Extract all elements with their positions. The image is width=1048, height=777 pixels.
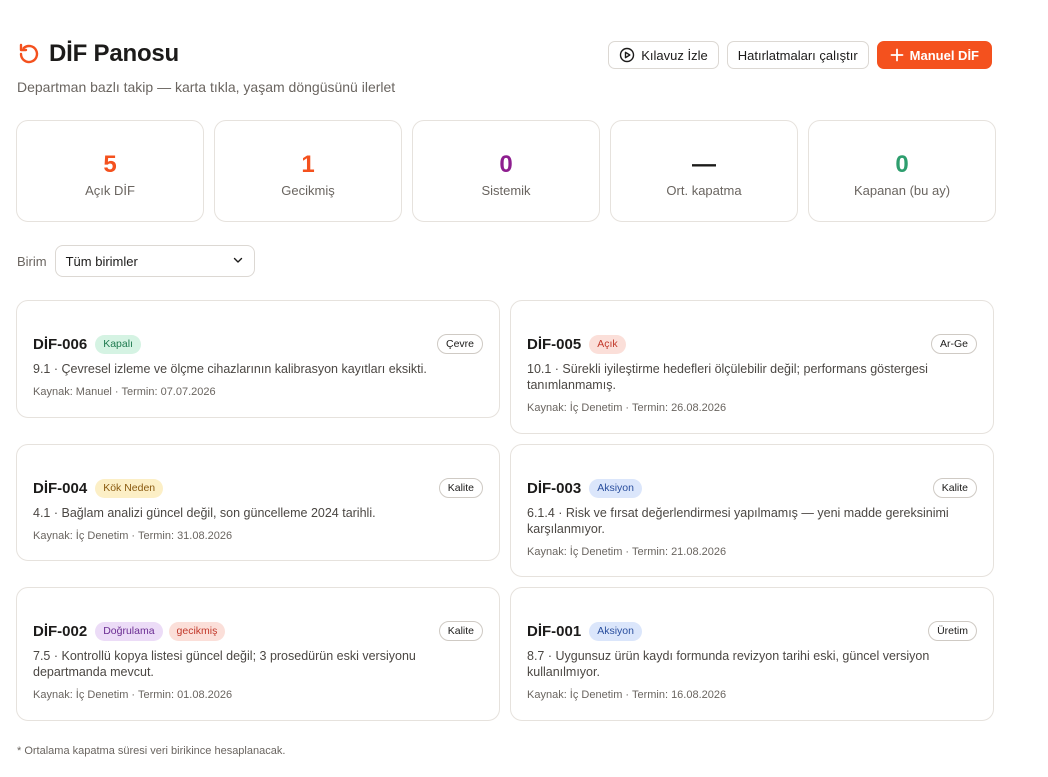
guide-button[interactable]: Kılavuz İzle <box>608 41 719 69</box>
stat-label: Sistemik <box>481 182 531 198</box>
card-header: DİF-003 Aksiyon Kalite <box>527 477 977 499</box>
stat-overdue: 1 Gecikmiş <box>214 120 402 222</box>
stat-value: — <box>692 150 716 178</box>
card-header: DİF-002 Doğrulama gecikmiş Kalite <box>33 620 483 642</box>
department-tag: Kalite <box>438 621 483 641</box>
status-badge: Aksiyon <box>589 621 642 641</box>
card-description: 4.1 · Bağlam analizi güncel değil, son g… <box>33 506 376 520</box>
unit-select[interactable]: Tüm birimler <box>54 245 255 277</box>
guide-button-label: Kılavuz İzle <box>641 47 708 63</box>
card-id: DİF-004 <box>33 479 88 497</box>
run-reminders-label: Hatırlatmaları çalıştır <box>737 47 858 63</box>
dif-card[interactable]: DİF-005 Açık Ar-Ge 10.1 · Sürekli iyileş… <box>510 300 994 434</box>
status-badge: Doğrulama <box>95 621 163 641</box>
department-tag: Çevre <box>436 334 483 354</box>
stats-row: 5 Açık DİF 1 Gecikmiş 0 Sistemik — Ort. … <box>16 120 996 222</box>
footnote: * Ortalama kapatma süresi veri birikince… <box>17 745 286 757</box>
dif-card[interactable]: DİF-006 Kapalı Çevre 9.1 · Çevresel izle… <box>16 300 500 418</box>
stat-label: Ort. kapatma <box>666 182 742 198</box>
card-header: DİF-001 Aksiyon Üretim <box>527 620 977 642</box>
stat-value: 1 <box>301 150 315 178</box>
department-tag: Üretim <box>928 621 977 641</box>
card-meta: Kaynak: İç Denetim · Termin: 16.08.2026 <box>527 689 727 701</box>
card-id: DİF-002 <box>33 622 88 640</box>
stat-closed-month: 0 Kapanan (bu ay) <box>808 120 996 222</box>
stat-value: 0 <box>499 150 513 178</box>
manual-dif-label: Manuel DİF <box>909 47 979 63</box>
page-subtitle: Departman bazlı takip — karta tıkla, yaş… <box>17 79 396 95</box>
card-header: DİF-004 Kök Neden Kalite <box>33 477 483 499</box>
stat-systemic: 0 Sistemik <box>412 120 600 222</box>
card-description: 6.1.4 · Risk ve fırsat değerlendirmesi y… <box>527 506 949 536</box>
stat-label: Açık DİF <box>85 182 135 198</box>
card-description: 8.7 · Uygunsuz ürün kaydı formunda reviz… <box>527 649 930 679</box>
manual-dif-button[interactable]: Manuel DİF <box>876 41 992 69</box>
department-tag: Kalite <box>932 478 977 498</box>
dif-card[interactable]: DİF-003 Aksiyon Kalite 6.1.4 · Risk ve f… <box>510 444 994 577</box>
card-meta: Kaynak: İç Denetim · Termin: 21.08.2026 <box>527 546 727 558</box>
card-id: DİF-005 <box>527 335 582 353</box>
status-badge: Kapalı <box>95 334 141 354</box>
title-wrap: DİF Panosu <box>17 40 179 68</box>
chevron-down-icon <box>232 254 244 269</box>
page-title: DİF Panosu <box>49 40 180 67</box>
stat-label: Kapanan (bu ay) <box>853 182 951 198</box>
card-meta: Kaynak: İç Denetim · Termin: 01.08.2026 <box>33 689 233 701</box>
card-header: DİF-005 Açık Ar-Ge <box>527 333 977 355</box>
dif-card[interactable]: DİF-001 Aksiyon Üretim 8.7 · Uygunsuz ür… <box>510 587 994 721</box>
unit-filter: Birim Tüm birimler <box>17 245 255 277</box>
dif-card[interactable]: DİF-004 Kök Neden Kalite 4.1 · Bağlam an… <box>16 444 500 561</box>
unit-select-value: Tüm birimler <box>65 253 138 269</box>
card-meta: Kaynak: Manuel · Termin: 07.07.2026 <box>33 386 216 398</box>
status-badge: Açık <box>589 334 626 354</box>
unit-filter-label: Birim <box>17 253 47 269</box>
card-id: DİF-001 <box>527 622 582 640</box>
department-tag: Ar-Ge <box>930 334 977 354</box>
card-meta: Kaynak: İç Denetim · Termin: 26.08.2026 <box>527 402 727 414</box>
stat-value: 5 <box>103 150 117 178</box>
stat-open: 5 Açık DİF <box>16 120 204 222</box>
card-id: DİF-003 <box>527 479 582 497</box>
card-description: 9.1 · Çevresel izleme ve ölçme cihazları… <box>33 362 427 376</box>
card-meta: Kaynak: İç Denetim · Termin: 31.08.2026 <box>33 530 233 542</box>
stat-label: Gecikmiş <box>281 182 335 198</box>
status-badge: Aksiyon <box>589 478 642 498</box>
status-badge: Kök Neden <box>95 478 164 498</box>
dif-card[interactable]: DİF-002 Doğrulama gecikmiş Kalite 7.5 · … <box>16 587 500 721</box>
stat-value: 0 <box>895 150 909 178</box>
stat-avg-close: — Ort. kapatma <box>610 120 798 222</box>
card-header: DİF-006 Kapalı Çevre <box>33 333 483 355</box>
refresh-icon <box>17 42 41 66</box>
overdue-badge: gecikmiş <box>168 621 226 641</box>
play-circle-icon <box>619 47 635 63</box>
header-actions: Kılavuz İzle Hatırlatmaları çalıştır Man… <box>608 41 992 69</box>
card-id: DİF-006 <box>33 335 88 353</box>
department-tag: Kalite <box>438 478 483 498</box>
card-description: 7.5 · Kontrollü kopya listesi güncel değ… <box>33 649 416 679</box>
run-reminders-button[interactable]: Hatırlatmaları çalıştır <box>726 41 869 69</box>
plus-icon <box>890 48 904 62</box>
card-description: 10.1 · Sürekli iyileştirme hedefleri ölç… <box>527 362 928 392</box>
